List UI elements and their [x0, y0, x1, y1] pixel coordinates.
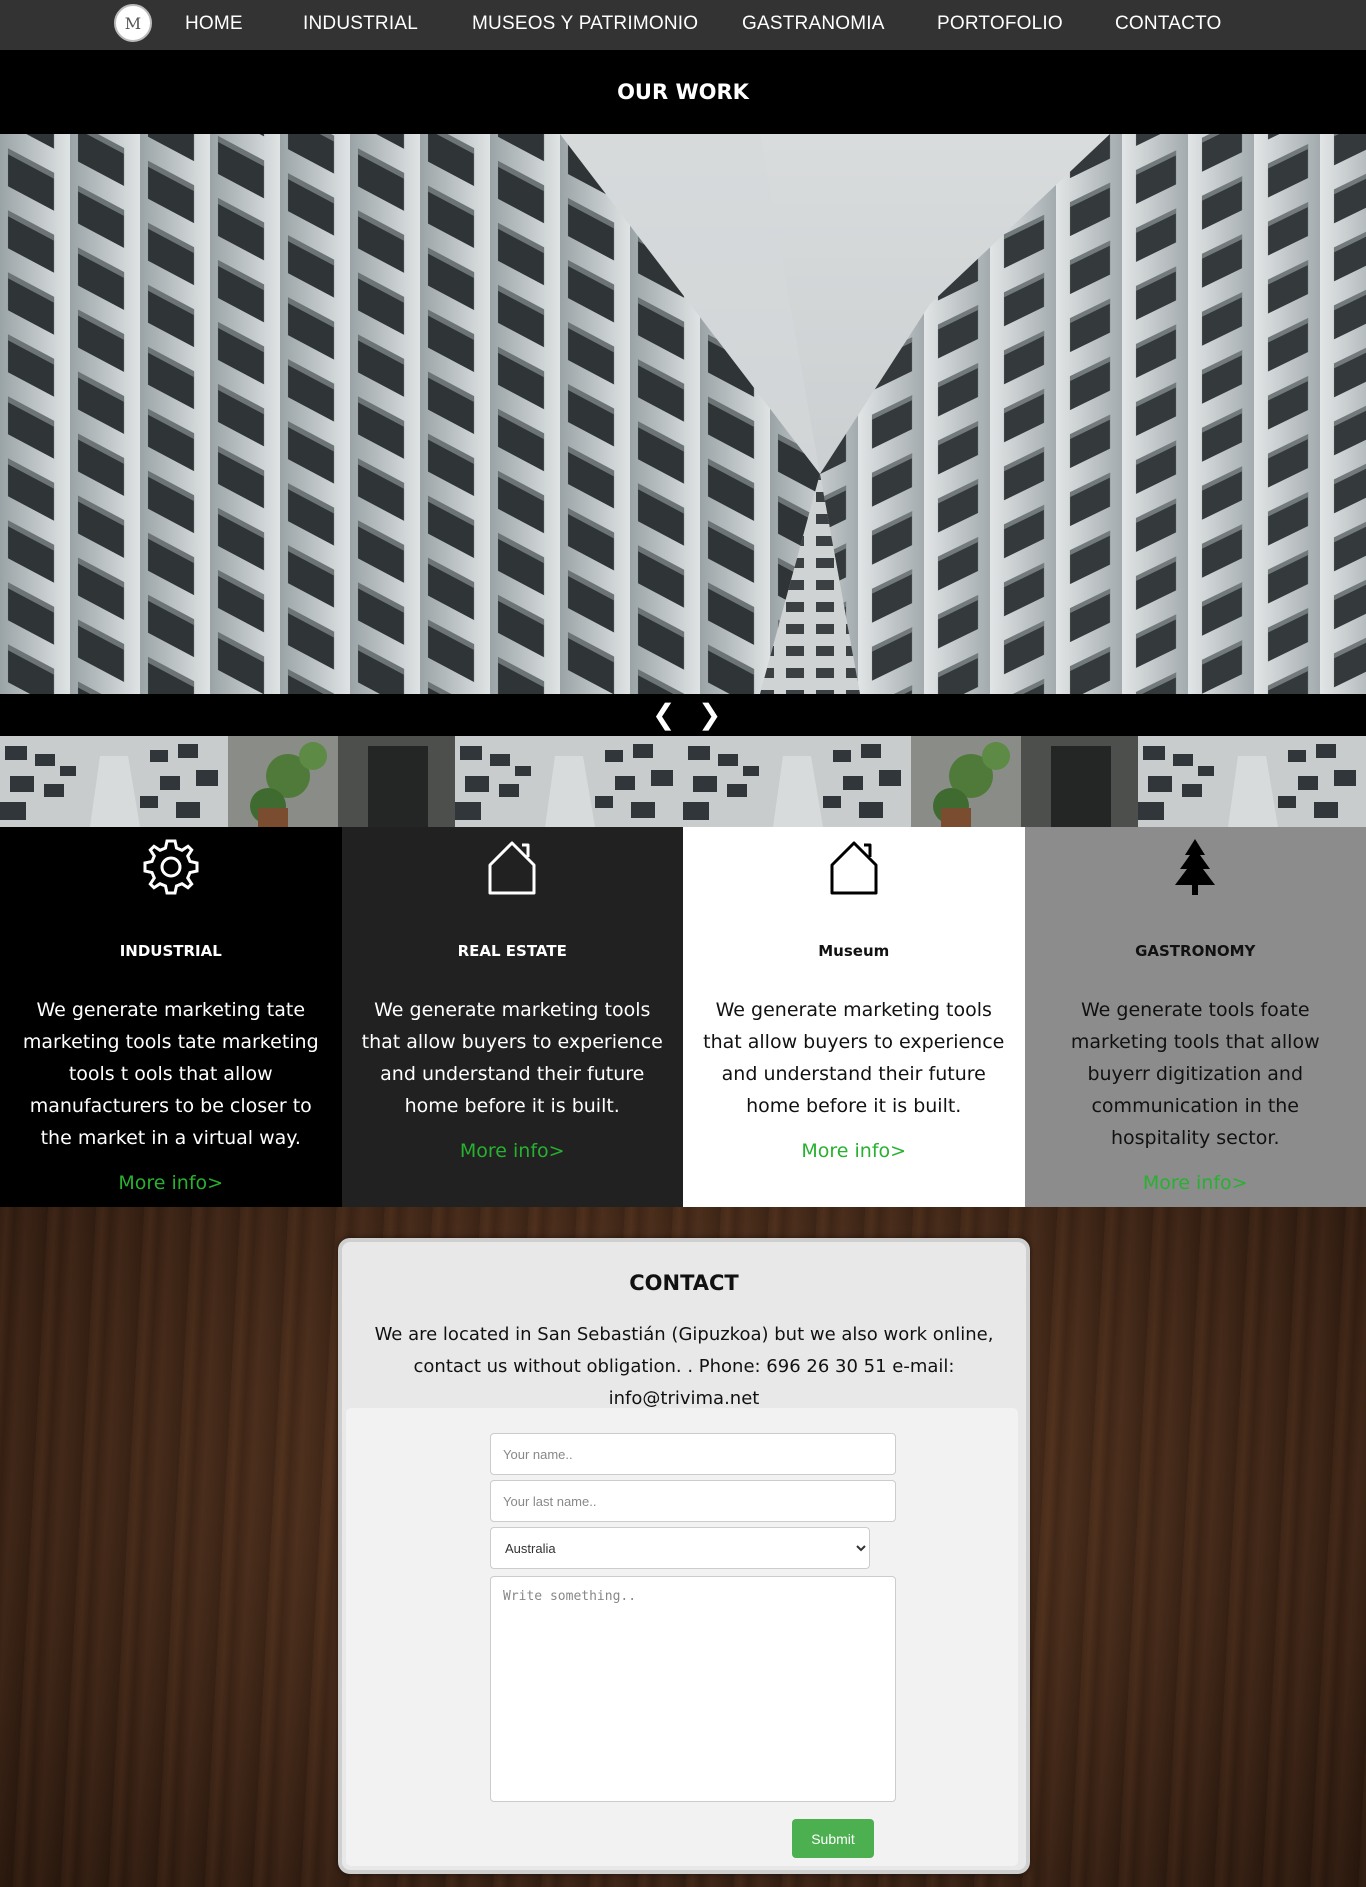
house-icon [342, 837, 684, 897]
country-select[interactable]: Australia [490, 1527, 870, 1569]
more-info-link[interactable]: More info> [683, 1140, 1025, 1162]
nav-industrial[interactable]: INDUSTRIAL [303, 13, 418, 35]
tree-icon [1025, 837, 1366, 897]
thumbnail-plants-door[interactable] [910, 736, 1139, 827]
contact-intro: We are located in San Sebastián (Gipuzko… [374, 1324, 994, 1409]
contact-form: Australia Submit [346, 1408, 1018, 1866]
more-info-link[interactable]: More info> [342, 1140, 684, 1162]
thumbnail-building[interactable] [1138, 736, 1366, 827]
thumbnail-plants-door[interactable] [227, 736, 456, 827]
house-icon [683, 837, 1025, 897]
gear-icon [0, 837, 342, 897]
service-card-museum: Museum We generate marketing tools that … [683, 827, 1025, 1207]
service-card-industrial: INDUSTRIAL We generate marketing tate ma… [0, 827, 342, 1207]
services-row: INDUSTRIAL We generate marketing tate ma… [0, 827, 1366, 1207]
slider-controls: ❮ ❯ [0, 694, 1366, 736]
nav-contacto[interactable]: CONTACTO [1115, 13, 1221, 35]
contact-title: CONTACT [629, 1271, 739, 1295]
service-title: Museum [818, 942, 890, 960]
more-info-link[interactable]: More info> [0, 1172, 342, 1194]
hero-slide-image [0, 134, 1366, 694]
nav-museos-y-patrimonio[interactable]: MUSEOS Y PATRIMONIO [472, 13, 698, 35]
nav-home[interactable]: HOME [185, 13, 243, 35]
submit-button[interactable]: Submit [792, 1819, 874, 1858]
nav-portofolio[interactable]: PORTOFOLIO [937, 13, 1063, 35]
contact-card: CONTACT We are located in San Sebastián … [338, 1238, 1030, 1874]
service-card-gastronomy: GASTRONOMY We generate tools foate marke… [1024, 827, 1366, 1207]
more-info-link[interactable]: More info> [1025, 1172, 1366, 1194]
service-description: We generate tools foate marketing tools … [1070, 999, 1320, 1149]
prev-slide-button[interactable]: ❮ [652, 698, 675, 731]
thumbnail-building[interactable] [682, 736, 911, 827]
service-description: We generate marketing tools that allow b… [703, 999, 1005, 1117]
our-work-header: OUR WORK [0, 50, 1366, 134]
logo-letter: M [124, 13, 142, 33]
message-textarea[interactable] [490, 1576, 896, 1802]
first-name-input[interactable] [490, 1433, 896, 1475]
last-name-input[interactable] [490, 1480, 896, 1522]
next-slide-button[interactable]: ❯ [698, 698, 721, 731]
service-card-real-estate: REAL ESTATE We generate marketing tools … [341, 827, 684, 1207]
service-title: GASTRONOMY [1135, 942, 1256, 960]
top-navbar: M HOME INDUSTRIAL MUSEOS Y PATRIMONIO GA… [0, 0, 1366, 50]
thumbnail-building[interactable] [455, 736, 683, 827]
thumbnail-strip [0, 736, 1366, 827]
service-description: We generate marketing tools that allow b… [361, 999, 663, 1117]
thumbnail-building[interactable] [0, 736, 228, 827]
service-title: REAL ESTATE [457, 942, 567, 960]
section-title: OUR WORK [617, 80, 749, 104]
service-title: INDUSTRIAL [119, 942, 222, 960]
service-description: We generate marketing tate marketing too… [22, 999, 319, 1149]
logo[interactable]: M [114, 4, 152, 42]
nav-gastranomia[interactable]: GASTRANOMIA [742, 13, 885, 35]
